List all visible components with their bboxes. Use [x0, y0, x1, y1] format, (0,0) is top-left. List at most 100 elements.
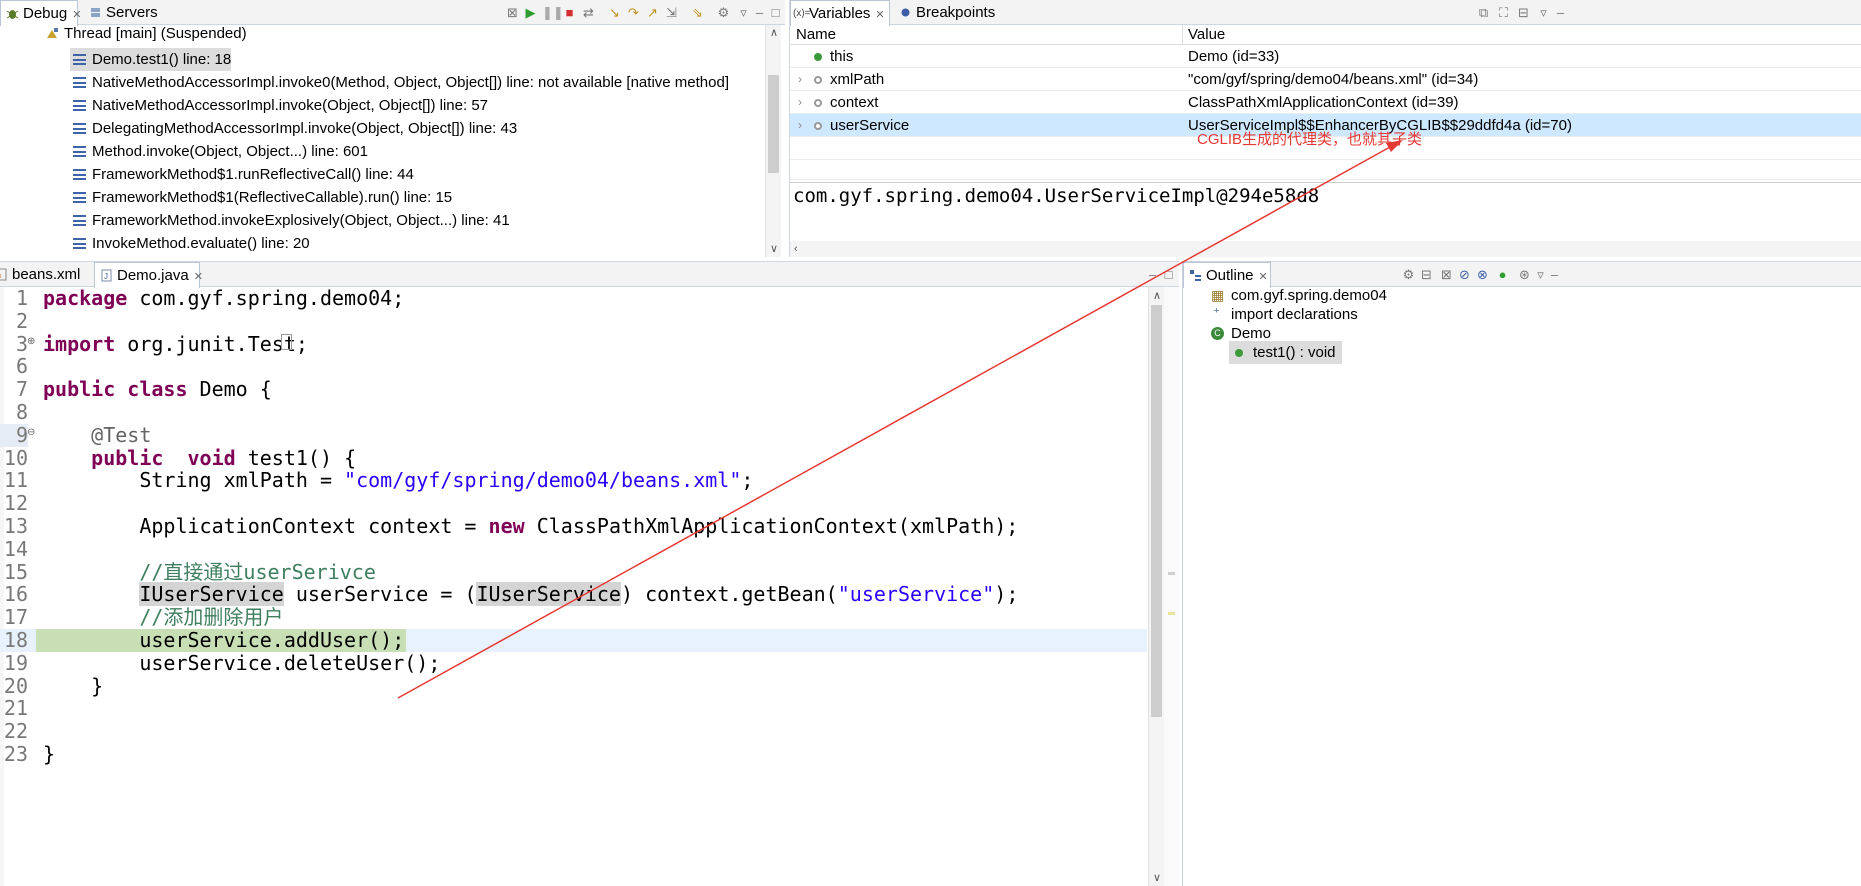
code-line[interactable]: 2 — [0, 309, 1147, 333]
terminate-icon[interactable]: ■ — [562, 5, 577, 20]
column-divider[interactable] — [1182, 25, 1183, 45]
editor-scrollbar[interactable]: ∧ ∨ — [1148, 287, 1164, 886]
sort-icon[interactable]: ⚙ — [1401, 267, 1416, 282]
hide-static-icon[interactable]: ⊘ — [1457, 267, 1472, 282]
stack-frame[interactable]: BlockJUnit4ClassRunner.runNotIgnored(Fra… — [70, 255, 662, 257]
view-menu-icon[interactable]: ▿ — [736, 5, 751, 20]
code-line[interactable]: 14 — [0, 537, 1147, 561]
minimize-icon[interactable]: – — [752, 5, 767, 20]
stack-frame[interactable]: FrameworkMethod.invokeExplosively(Object… — [70, 209, 510, 232]
code-line[interactable]: 19 userService.deleteUser(); — [0, 651, 1147, 675]
fold-marker-import[interactable]: ⊕ — [27, 336, 35, 347]
close-icon[interactable]: ✕ — [875, 9, 884, 21]
line-number: 13 — [3, 514, 28, 538]
scroll-down-icon[interactable]: ∨ — [1149, 871, 1165, 885]
code-area[interactable]: 1 package com.gyf.spring.demo04; 2 3 import … — [0, 287, 1147, 886]
debug-view: Debug ✕ Servers ⊠ ▶ ❚❚ ■ ⇄ ↘ ↷ ↗ ⇲ ⇘ ⚙ ▿ … — [0, 0, 785, 257]
variable-row[interactable]: › xmlPath "com/gyf/spring/demo04/beans.xml… — [790, 68, 1861, 91]
disconnect-icon[interactable]: ⇄ — [581, 5, 596, 20]
code-line[interactable]: 21 — [0, 697, 1147, 720]
fold-marker-method[interactable]: ⊖ — [27, 427, 35, 438]
stack-frame[interactable]: NativeMethodAccessorImpl.invoke0(Method,… — [70, 71, 729, 94]
maximize-icon[interactable]: □ — [768, 5, 783, 20]
stack-frame[interactable]: FrameworkMethod$1(ReflectiveCallable).ru… — [70, 186, 452, 209]
collapse-all-icon[interactable]: ⊟ — [1516, 5, 1531, 20]
resume-icon[interactable]: ▶ — [523, 5, 538, 20]
threads-icon[interactable]: ⚙ — [716, 5, 731, 20]
code-line[interactable]: 6 — [0, 355, 1147, 378]
stack-frame[interactable]: NativeMethodAccessorImpl.invoke(Object, … — [70, 94, 488, 117]
code-line[interactable]: 22 — [0, 720, 1147, 743]
tab-beans-xml[interactable]: x beans.xml — [0, 262, 90, 287]
view-menu-icon[interactable]: ▿ — [1533, 267, 1548, 282]
hide-nonpublic-icon[interactable]: ⊗ — [1475, 267, 1490, 282]
code-line[interactable]: 16 IUserService userService = (IUserServ… — [0, 582, 1147, 607]
scroll-down-icon[interactable]: ∨ — [766, 242, 782, 256]
step-over-icon[interactable]: ↷ — [626, 5, 641, 20]
tab-demo-java[interactable]: J Demo.java ✕ — [94, 262, 203, 288]
collapse-all-icon[interactable]: ⊟ — [1419, 267, 1434, 282]
step-into-icon[interactable]: ↘ — [607, 5, 622, 20]
stack-frame[interactable]: FrameworkMethod$1.runReflectiveCall() li… — [70, 163, 414, 186]
close-icon[interactable]: ✕ — [72, 9, 81, 21]
code-line[interactable]: 7 public class Demo { — [0, 378, 1147, 401]
stack-frame[interactable]: Method.invoke(Object, Object...) line: 6… — [70, 140, 368, 163]
stack-frame[interactable]: Demo.test1() line: 18 — [70, 48, 232, 71]
show-type-names-icon[interactable]: ⧉ — [1476, 5, 1491, 20]
hide-fields-icon[interactable]: ⊠ — [1439, 267, 1454, 282]
code-line[interactable]: 9 @Test — [0, 423, 1147, 447]
code-line[interactable]: 13 ApplicationContext context = new Clas… — [0, 515, 1147, 538]
column-name[interactable]: Name — [796, 25, 836, 45]
drop-to-frame-icon[interactable]: ⇲ — [664, 5, 679, 20]
thread-node[interactable]: Thread [main] (Suspended) — [42, 22, 247, 45]
debug-scrollbar[interactable]: ∧ ∨ — [765, 25, 781, 257]
expand-icon[interactable]: › — [798, 68, 802, 91]
scroll-up-icon[interactable]: ∧ — [1149, 289, 1165, 303]
maximize-icon[interactable]: □ — [1161, 267, 1176, 282]
minimize-icon[interactable]: – — [1553, 5, 1568, 20]
remove-terminated-icon[interactable]: ⊠ — [505, 5, 520, 20]
code-token: "userService" — [837, 582, 995, 607]
close-icon[interactable]: ✕ — [1259, 271, 1268, 283]
stack-frame[interactable]: InvokeMethod.evaluate() line: 20 — [70, 232, 310, 255]
step-return-icon[interactable]: ↗ — [645, 5, 660, 20]
minimize-icon[interactable]: – — [1145, 267, 1160, 282]
code-line[interactable]: 10 public void test1() { — [0, 446, 1147, 470]
code-line[interactable]: 20 } — [0, 674, 1147, 698]
line-source: @Test — [43, 423, 151, 447]
tab-breakpoints[interactable]: Breakpoints — [894, 0, 995, 25]
line-number: 7 — [15, 377, 28, 402]
close-icon[interactable]: ✕ — [194, 271, 203, 283]
variable-row[interactable]: this Demo (id=33) — [790, 45, 1861, 68]
code-line[interactable]: 3 import org.junit.Test; — [0, 332, 1147, 356]
code-line[interactable]: 23} — [0, 743, 1147, 766]
scroll-thumb[interactable] — [1151, 305, 1162, 717]
expand-icon[interactable]: › — [798, 91, 802, 114]
code-line[interactable]: 1 package com.gyf.spring.demo04; — [0, 287, 1147, 310]
suspend-icon[interactable]: ❚❚ — [542, 5, 564, 20]
expand-icon[interactable]: › — [798, 114, 802, 137]
scroll-up-icon[interactable]: ∧ — [766, 26, 782, 40]
folded-import-box[interactable] — [281, 334, 292, 350]
outline-method[interactable]: test1() : void — [1229, 341, 1342, 364]
minimize-icon[interactable]: – — [1547, 267, 1562, 282]
code-line[interactable]: 8 — [0, 401, 1147, 424]
hide-local-types-icon[interactable]: ⊛ — [1517, 267, 1532, 282]
detail-pane[interactable]: com.gyf.spring.demo04.UserServiceImpl@29… — [790, 182, 1861, 257]
code-line[interactable]: 11 String xmlPath = "com/gyf/spring/demo… — [0, 469, 1147, 492]
code-line[interactable]: 12 — [0, 492, 1147, 515]
variable-row[interactable]: › context ClassPathXmlApplicationContext (… — [790, 91, 1861, 114]
column-value[interactable]: Value — [1188, 25, 1225, 45]
var-empty-row — [790, 160, 1861, 180]
code-line[interactable]: 17 //添加删除用户 — [0, 606, 1147, 629]
show-logical-structure-icon[interactable]: ⛶ — [1496, 5, 1511, 20]
stack-frame[interactable]: DelegatingMethodAccessorImpl.invoke(Obje… — [70, 117, 517, 140]
scroll-thumb[interactable] — [768, 75, 779, 173]
tab-variables[interactable]: (x)= Variables ✕ — [790, 0, 890, 26]
code-line[interactable]: 18 userService.addUser(); — [0, 629, 1147, 652]
view-menu-icon[interactable]: ▿ — [1536, 5, 1551, 20]
code-line[interactable]: 15 //直接通过userSerivce — [0, 560, 1147, 584]
use-step-filters-icon[interactable]: ⇘ — [690, 5, 705, 20]
detail-hscroll[interactable]: ‹ — [790, 241, 1861, 257]
public-filter-icon[interactable]: ● — [1495, 267, 1510, 282]
